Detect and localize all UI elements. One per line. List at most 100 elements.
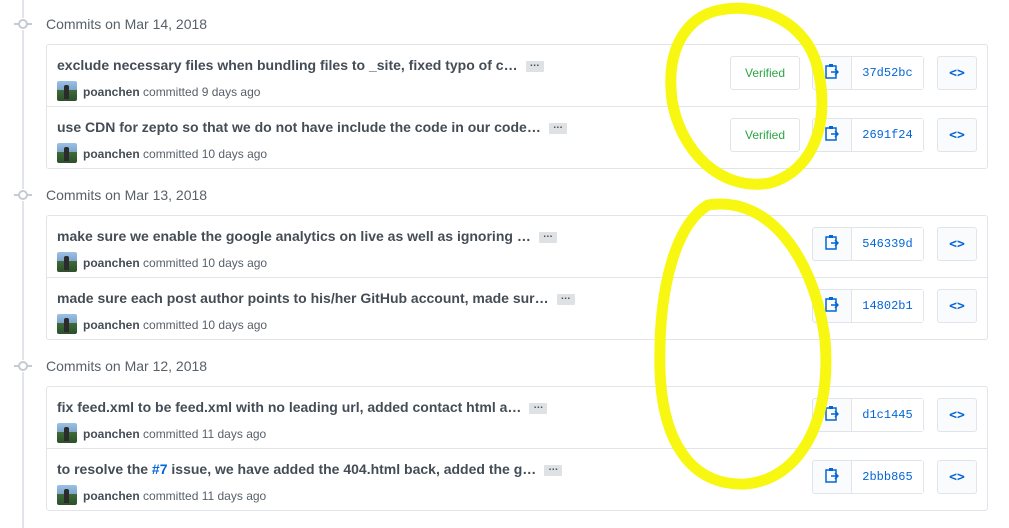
author-link[interactable]: poanchen — [83, 256, 140, 270]
commit-day-group: Commits on Mar 12, 2018 fix feed.xml to … — [0, 351, 1009, 511]
git-commit-icon — [14, 360, 32, 372]
verified-badge[interactable]: Verified — [730, 118, 800, 152]
git-commit-icon — [14, 18, 32, 30]
sha-button-group: 2691f24 — [812, 118, 924, 152]
clipboard-icon — [825, 467, 840, 488]
commit-day-group: Commits on Mar 13, 2018 make sure we ena… — [0, 180, 1009, 340]
copy-sha-button[interactable] — [813, 119, 852, 151]
avatar[interactable] — [57, 314, 77, 334]
expand-message-button[interactable]: … — [529, 400, 548, 414]
day-header: Commits on Mar 12, 2018 — [0, 351, 1009, 381]
copy-sha-button[interactable] — [813, 57, 852, 89]
author-link[interactable]: poanchen — [83, 147, 140, 161]
day-header: Commits on Mar 13, 2018 — [0, 180, 1009, 210]
day-header: Commits on Mar 14, 2018 — [0, 9, 1009, 39]
issue-link[interactable]: #7 — [152, 461, 168, 477]
sha-button-group: 546339d — [812, 227, 924, 261]
commit-day-group: Commits on Mar 14, 2018 exclude necessar… — [0, 9, 1009, 169]
expand-message-button[interactable]: … — [544, 462, 563, 476]
commit-message[interactable]: make sure we enable the google analytics… — [57, 228, 557, 244]
commit-row: to resolve the #7 issue, we have added t… — [47, 448, 987, 510]
clipboard-icon — [825, 405, 840, 426]
copy-sha-button[interactable] — [813, 290, 852, 322]
commit-time: 11 days ago — [201, 489, 267, 503]
day-title: Commits on Mar 13, 2018 — [46, 187, 208, 203]
commit-row: fix feed.xml to be feed.xml with no lead… — [47, 387, 987, 448]
commit-sha-link[interactable]: 37d52bc — [852, 57, 923, 89]
commit-list: make sure we enable the google analytics… — [46, 215, 988, 340]
commit-action: committed — [143, 256, 199, 270]
expand-message-button[interactable]: … — [556, 291, 575, 305]
commit-row: make sure we enable the google analytics… — [47, 216, 987, 277]
commit-action: committed — [143, 147, 199, 161]
browse-repo-button[interactable]: <> — [937, 460, 977, 494]
commit-action: committed — [143, 318, 199, 332]
avatar[interactable] — [57, 485, 77, 505]
day-title: Commits on Mar 14, 2018 — [46, 16, 208, 32]
commit-row: use CDN for zepto so that we do not have… — [47, 106, 987, 168]
commit-list: exclude necessary files when bundling fi… — [46, 44, 988, 169]
commit-row: made sure each post author points to his… — [47, 277, 987, 339]
avatar[interactable] — [57, 252, 77, 272]
author-link[interactable]: poanchen — [83, 318, 140, 332]
browse-repo-button[interactable]: <> — [937, 118, 977, 152]
avatar[interactable] — [57, 423, 77, 443]
code-icon: <> — [949, 298, 965, 314]
commit-action: committed — [143, 85, 199, 99]
commit-message[interactable]: use CDN for zepto so that we do not have… — [57, 119, 567, 135]
code-icon: <> — [949, 127, 965, 143]
commit-sha-link[interactable]: 14802b1 — [852, 290, 923, 322]
git-commit-icon — [14, 189, 32, 201]
commit-action: committed — [143, 427, 199, 441]
commit-meta: poanchen committed 10 days ago — [57, 252, 267, 272]
code-icon: <> — [949, 65, 965, 81]
commit-time: 11 days ago — [201, 427, 267, 441]
commit-row: exclude necessary files when bundling fi… — [47, 45, 987, 106]
code-icon: <> — [949, 469, 965, 485]
expand-message-button[interactable]: … — [538, 229, 557, 243]
code-icon: <> — [949, 236, 965, 252]
commit-meta: poanchen committed 9 days ago — [57, 81, 260, 101]
sha-button-group: 14802b1 — [812, 289, 924, 323]
commit-message[interactable]: to resolve the #7 issue, we have added t… — [57, 461, 563, 477]
commit-meta: poanchen committed 10 days ago — [57, 143, 267, 163]
commit-meta: poanchen committed 10 days ago — [57, 314, 267, 334]
commit-sha-link[interactable]: 2bbb865 — [852, 461, 923, 493]
sha-button-group: 37d52bc — [812, 56, 924, 90]
sha-button-group: d1c1445 — [812, 398, 924, 432]
avatar[interactable] — [57, 143, 77, 163]
author-link[interactable]: poanchen — [83, 427, 140, 441]
copy-sha-button[interactable] — [813, 461, 852, 493]
author-link[interactable]: poanchen — [83, 85, 140, 99]
clipboard-icon — [825, 63, 840, 84]
commit-sha-link[interactable]: 2691f24 — [852, 119, 923, 151]
copy-sha-button[interactable] — [813, 228, 852, 260]
browse-repo-button[interactable]: <> — [937, 227, 977, 261]
commit-meta: poanchen committed 11 days ago — [57, 423, 266, 443]
copy-sha-button[interactable] — [813, 399, 852, 431]
clipboard-icon — [825, 234, 840, 255]
code-icon: <> — [949, 407, 965, 423]
browse-repo-button[interactable]: <> — [937, 56, 977, 90]
commit-time: 10 days ago — [201, 147, 268, 161]
verified-badge[interactable]: Verified — [730, 56, 800, 90]
commit-meta: poanchen committed 11 days ago — [57, 485, 266, 505]
expand-message-button[interactable]: … — [525, 58, 544, 72]
commit-list: fix feed.xml to be feed.xml with no lead… — [46, 386, 988, 511]
commit-message[interactable]: fix feed.xml to be feed.xml with no lead… — [57, 399, 548, 415]
clipboard-icon — [825, 125, 840, 146]
commit-sha-link[interactable]: 546339d — [852, 228, 923, 260]
author-link[interactable]: poanchen — [83, 489, 140, 503]
expand-message-button[interactable]: … — [548, 120, 567, 134]
commit-sha-link[interactable]: d1c1445 — [852, 399, 923, 431]
sha-button-group: 2bbb865 — [812, 460, 924, 494]
browse-repo-button[interactable]: <> — [937, 398, 977, 432]
commit-message[interactable]: made sure each post author points to his… — [57, 290, 575, 306]
avatar[interactable] — [57, 81, 77, 101]
commit-action: committed — [143, 489, 199, 503]
commit-message[interactable]: exclude necessary files when bundling fi… — [57, 57, 544, 73]
commit-time: 9 days ago — [201, 85, 261, 99]
browse-repo-button[interactable]: <> — [937, 289, 977, 323]
day-title: Commits on Mar 12, 2018 — [46, 358, 208, 374]
commit-time: 10 days ago — [201, 318, 268, 332]
